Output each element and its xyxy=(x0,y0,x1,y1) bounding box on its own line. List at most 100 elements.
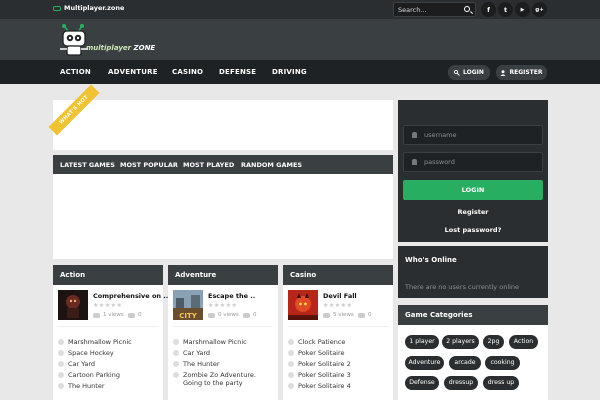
game-link[interactable]: Poker Solitaire xyxy=(298,349,345,357)
category-column-action: Action Comprehensive on .. ★★★★★ 1 views… xyxy=(53,265,168,400)
rating-stars: ★★★★★ xyxy=(93,302,123,309)
search-box[interactable] xyxy=(393,2,476,17)
logo-text[interactable]: multiplayer ZONE xyxy=(86,44,155,52)
game-link[interactable]: Clock Patience xyxy=(298,338,345,346)
list-item[interactable]: Marshmallow Picnic xyxy=(173,338,273,346)
game-icon xyxy=(288,361,294,367)
list-item[interactable]: The Hunter xyxy=(173,360,273,368)
rating-stars: ★★★★★ xyxy=(323,302,353,309)
divider xyxy=(58,326,158,327)
youtube-icon[interactable]: ▶ xyxy=(515,2,530,17)
divider xyxy=(288,326,388,327)
category-tag[interactable]: 2 players xyxy=(442,335,479,349)
featured-game-title[interactable]: Comprehensive on .. xyxy=(93,292,168,300)
list-item[interactable]: Clock Patience xyxy=(288,338,388,346)
header: multiplayer ZONE xyxy=(0,19,600,60)
category-tag[interactable]: Defense xyxy=(405,376,439,390)
game-icon xyxy=(173,372,179,378)
game-thumbnail[interactable] xyxy=(58,290,88,320)
google-plus-icon[interactable]: g+ xyxy=(532,2,547,17)
whos-online-text: There are no users currently online xyxy=(405,283,520,291)
game-link[interactable]: Poker Solitaire 4 xyxy=(298,382,351,390)
category-tag[interactable]: Action xyxy=(509,335,538,349)
game-icon xyxy=(288,350,294,356)
gamepad-icon xyxy=(53,5,61,11)
tab-most-played[interactable]: MOST PLAYED xyxy=(183,161,234,169)
search-input[interactable] xyxy=(398,6,460,14)
category-tag[interactable]: cooking xyxy=(485,356,520,370)
key-icon xyxy=(454,69,460,76)
login-button[interactable]: LOGIN xyxy=(448,65,490,80)
robot-mascot-icon xyxy=(60,24,88,56)
password-input[interactable] xyxy=(424,158,534,166)
divider xyxy=(173,326,273,327)
category-tag[interactable]: arcade xyxy=(449,356,481,370)
list-item[interactable]: Car Yard xyxy=(173,349,273,357)
nav-item-driving[interactable]: DRIVING xyxy=(272,68,307,76)
category-title[interactable]: Adventure xyxy=(168,265,278,285)
game-thumbnail[interactable] xyxy=(288,290,318,320)
site-logo[interactable] xyxy=(56,22,156,58)
list-item[interactable]: Zombie Zo Adventure. Going to the party xyxy=(173,371,273,387)
category-column-casino: Casino Devil Fall ★★★★★ 5 views 0 Clock … xyxy=(283,265,393,400)
game-thumbnail[interactable]: CITY xyxy=(173,290,203,320)
list-item[interactable]: Car Yard xyxy=(58,360,158,368)
game-icon xyxy=(288,372,294,378)
game-link[interactable]: Poker Solitaire 2 xyxy=(298,360,351,368)
tab-latest-games[interactable]: LATEST GAMES xyxy=(60,161,115,169)
game-link[interactable]: Cartoon Parking xyxy=(68,371,120,379)
featured-game-title[interactable]: Devil Fall xyxy=(323,292,357,300)
game-icon xyxy=(58,372,64,378)
tab-most-popular[interactable]: MOST POPULAR xyxy=(120,161,178,169)
category-tag[interactable]: 2pg xyxy=(483,335,504,349)
list-item[interactable]: Marshmallow Picnic xyxy=(58,338,158,346)
facebook-icon[interactable]: f xyxy=(481,2,496,17)
list-item[interactable]: Cartoon Parking xyxy=(58,371,158,379)
game-link[interactable]: The Hunter xyxy=(68,382,105,390)
featured-game-title[interactable]: Escape the .. xyxy=(208,292,255,300)
list-item[interactable]: Poker Solitaire 4 xyxy=(288,382,388,390)
game-link[interactable]: Marshmallow Picnic xyxy=(183,338,247,346)
password-field[interactable] xyxy=(403,152,543,172)
category-tag[interactable]: dress up xyxy=(483,376,519,390)
main-nav: ACTION ADVENTURE CASINO DEFENSE DRIVING … xyxy=(0,60,600,84)
game-link[interactable]: Poker Solitaire 3 xyxy=(298,371,351,379)
nav-item-casino[interactable]: CASINO xyxy=(172,68,203,76)
login-submit-button[interactable]: LOGIN xyxy=(403,180,543,200)
nav-item-adventure[interactable]: ADVENTURE xyxy=(108,68,158,76)
game-icon xyxy=(173,350,179,356)
username-input[interactable] xyxy=(424,131,534,139)
search-icon[interactable] xyxy=(464,6,470,12)
tab-content xyxy=(53,174,393,259)
list-item[interactable]: Poker Solitaire 2 xyxy=(288,360,388,368)
view-count: 1 views xyxy=(93,312,124,318)
category-title[interactable]: Casino xyxy=(283,265,393,285)
category-title[interactable]: Action xyxy=(53,265,163,285)
category-tag[interactable]: 1 player xyxy=(405,335,439,349)
whos-online-title: Who's Online xyxy=(405,256,457,264)
game-link[interactable]: Space Hockey xyxy=(68,349,114,357)
game-link[interactable]: Car Yard xyxy=(183,349,210,357)
username-field[interactable] xyxy=(403,125,543,145)
list-item[interactable]: Poker Solitaire xyxy=(288,349,388,357)
tab-random-games[interactable]: RANDOM GAMES xyxy=(241,161,302,169)
game-list: Marshmallow Picnic Car Yard The Hunter Z… xyxy=(173,338,273,390)
comment-count-text: 0 xyxy=(138,312,142,318)
game-link[interactable]: The Hunter xyxy=(183,360,220,368)
twitter-icon[interactable]: t xyxy=(498,2,513,17)
list-item[interactable]: Poker Solitaire 3 xyxy=(288,371,388,379)
category-tag[interactable]: dressup xyxy=(444,376,478,390)
game-link[interactable]: Car Yard xyxy=(68,360,95,368)
game-link[interactable]: Zombie Zo Adventure. Going to the party xyxy=(183,371,273,387)
game-categories-title: Game Categories xyxy=(398,305,548,325)
nav-item-defense[interactable]: DEFENSE xyxy=(219,68,256,76)
nav-item-action[interactable]: ACTION xyxy=(60,68,91,76)
category-tag[interactable]: Adventure xyxy=(405,356,444,370)
list-item[interactable]: The Hunter xyxy=(58,382,158,390)
register-link[interactable]: Register xyxy=(398,208,548,216)
site-name-link[interactable]: Multiplayer.zone xyxy=(53,4,124,12)
lost-password-link[interactable]: Lost password? xyxy=(398,226,548,234)
list-item[interactable]: Space Hockey xyxy=(58,349,158,357)
game-link[interactable]: Marshmallow Picnic xyxy=(68,338,132,346)
register-button[interactable]: REGISTER xyxy=(496,65,547,80)
